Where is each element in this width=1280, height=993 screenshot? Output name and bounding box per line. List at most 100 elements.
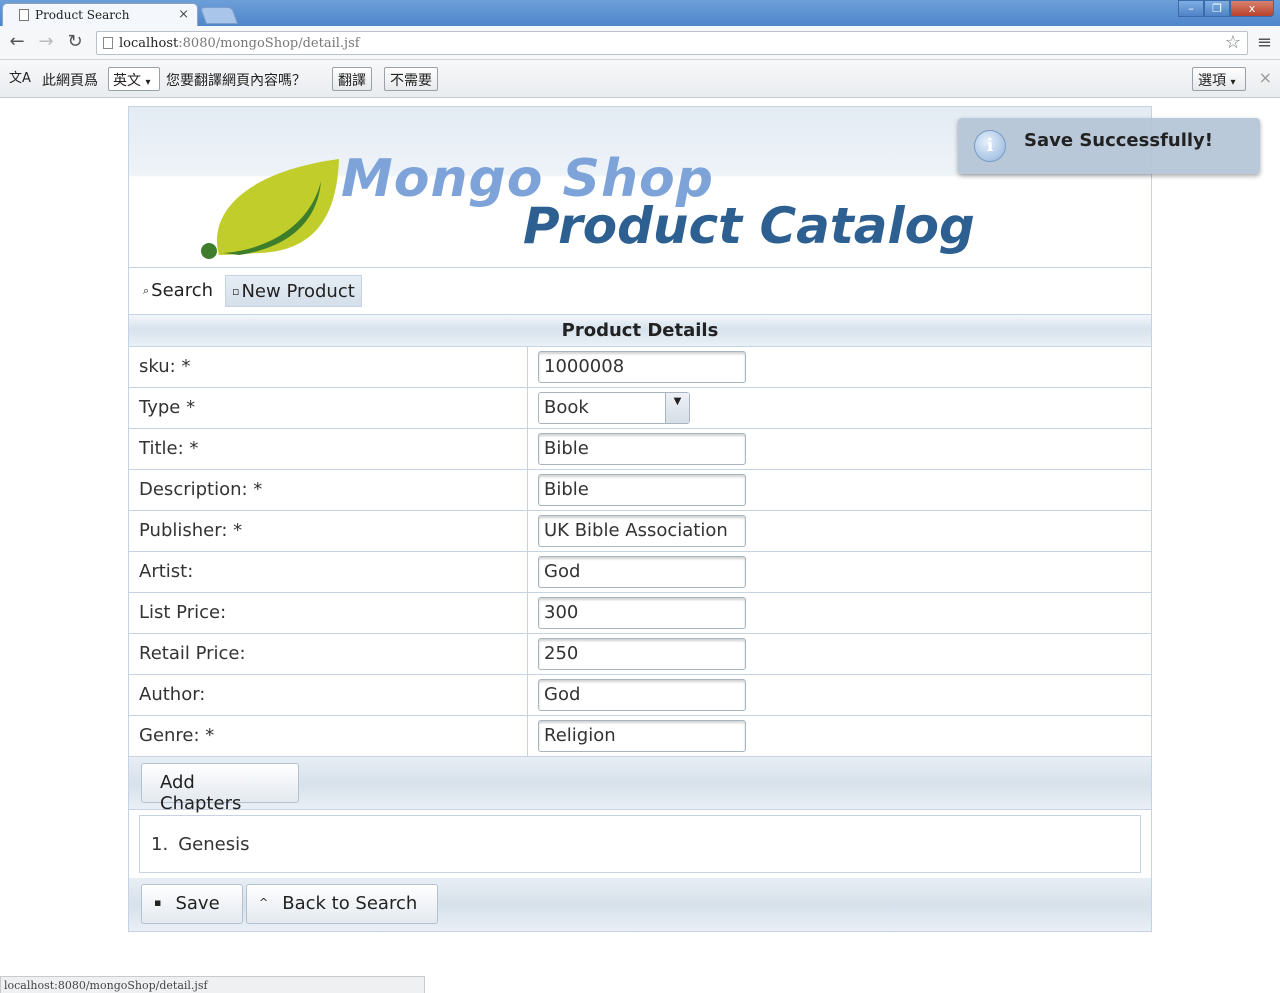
search-icon: ⌕ xyxy=(143,284,150,297)
field-label: Author: xyxy=(139,684,206,705)
column-divider xyxy=(527,388,528,428)
field-label: Description: * xyxy=(139,479,263,500)
field-label: Type * xyxy=(139,397,196,418)
info-icon: i xyxy=(974,130,1006,162)
page-icon xyxy=(103,37,113,49)
field-label: Genre: * xyxy=(139,725,215,746)
leaf-logo-icon xyxy=(201,159,339,259)
type-select[interactable]: Book ▼ xyxy=(538,392,690,424)
new-tab-button[interactable] xyxy=(199,7,239,24)
menu-search-label: Search xyxy=(151,280,214,301)
language-value: 英文 xyxy=(113,73,141,89)
field-label: Publisher: * xyxy=(139,520,243,541)
translate-close-icon[interactable]: × xyxy=(1259,68,1272,87)
form-row-type: Type * Book ▼ xyxy=(129,388,1151,429)
title-input[interactable]: Bible xyxy=(538,433,746,465)
no-translate-button[interactable]: 不需要 xyxy=(384,67,438,91)
tab-title: Product Search xyxy=(35,8,130,22)
save-icon: ▪ xyxy=(154,896,162,909)
browser-tab[interactable]: Product Search × xyxy=(2,3,198,26)
url-text[interactable]: localhost:8080/mongoShop/detail.jsf xyxy=(119,36,360,51)
column-divider xyxy=(527,470,528,510)
reload-icon[interactable]: ↻ xyxy=(63,31,87,55)
translate-text-2: 您要翻譯網頁內容嗎？ xyxy=(166,73,306,89)
page-favicon-icon xyxy=(19,9,29,21)
field-label: Retail Price: xyxy=(139,643,246,664)
caret-up-icon: ^ xyxy=(259,896,269,909)
address-bar[interactable]: localhost:8080/mongoShop/detail.jsf ☆ xyxy=(96,31,1248,55)
chevron-down-icon: ▾ xyxy=(1230,77,1236,88)
window-controls: – ❐ x xyxy=(1178,0,1274,17)
logo-product-catalog: Product Catalog xyxy=(523,197,975,255)
browser-menu-icon[interactable]: ≡ xyxy=(1257,32,1272,53)
form-row-author: Author: God xyxy=(129,675,1151,716)
column-divider xyxy=(527,634,528,674)
chapter-title: Genesis xyxy=(178,834,250,855)
chapters-toolbar: Add Chapters xyxy=(129,757,1151,814)
form-row-list-price: List Price: 300 xyxy=(129,593,1151,634)
menu-item-new-product[interactable]: ▫ New Product xyxy=(225,275,362,307)
tab-close-icon[interactable]: × xyxy=(178,7,189,22)
column-divider xyxy=(527,552,528,592)
minimize-button[interactable]: – xyxy=(1178,0,1204,17)
translate-text-1: 此網頁爲 xyxy=(42,73,98,89)
sku-input[interactable]: 1000008 xyxy=(538,351,746,383)
type-value: Book xyxy=(544,397,589,418)
close-window-button[interactable]: x xyxy=(1230,0,1274,17)
translate-icon: 文A xyxy=(9,71,31,86)
field-label: Artist: xyxy=(139,561,194,582)
options-button[interactable]: 選項 ▾ xyxy=(1192,67,1246,91)
options-label: 選項 xyxy=(1198,73,1226,89)
back-label: Back to Search xyxy=(282,893,418,914)
status-bar: localhost:8080/mongoShop/detail.jsf xyxy=(0,976,425,993)
translate-bar: 文A 此網頁爲 英文 ▾ 您要翻譯網頁內容嗎？ 翻譯 不需要 選項 ▾ × xyxy=(0,60,1280,98)
column-divider xyxy=(527,716,528,756)
chevron-down-icon: ▾ xyxy=(145,77,151,88)
column-divider xyxy=(527,675,528,715)
description-input[interactable]: Bible xyxy=(538,474,746,506)
menubar: ⌕ Search ▫ New Product xyxy=(129,269,1151,315)
list-item[interactable]: 1. Genesis xyxy=(151,834,249,855)
column-divider xyxy=(527,347,528,387)
growl-message: Save Successfully! xyxy=(1024,130,1213,151)
retail-price-input[interactable]: 250 xyxy=(538,638,746,670)
save-button[interactable]: ▪ Save xyxy=(141,884,243,924)
publisher-input[interactable]: UK Bible Association xyxy=(538,515,746,547)
save-label: Save xyxy=(175,893,220,914)
window-titlebar: Product Search × – ❐ x xyxy=(0,0,1280,26)
field-label: List Price: xyxy=(139,602,227,623)
app-panel: Mongo Shop Product Catalog ⌕ Search ▫ New … xyxy=(128,106,1152,932)
url-host: localhost xyxy=(119,36,179,51)
browser-toolbar: ← → ↻ localhost:8080/mongoShop/detail.js… xyxy=(0,26,1280,60)
list-price-input[interactable]: 300 xyxy=(538,597,746,629)
back-to-search-button[interactable]: ^ Back to Search xyxy=(246,884,438,924)
column-divider xyxy=(527,593,528,633)
artist-input[interactable]: God xyxy=(538,556,746,588)
forward-icon[interactable]: → xyxy=(34,31,58,55)
document-icon: ▫ xyxy=(232,285,240,298)
form-actions: ▪ Save ^ Back to Search xyxy=(129,878,1151,931)
restore-button[interactable]: ❐ xyxy=(1204,0,1230,17)
add-chapters-button[interactable]: Add Chapters xyxy=(141,763,299,814)
form-row-retail-price: Retail Price: 250 xyxy=(129,634,1151,675)
genre-input[interactable]: Religion xyxy=(538,720,746,752)
chevron-down-icon[interactable]: ▼ xyxy=(665,393,689,423)
bookmark-star-icon[interactable]: ☆ xyxy=(1225,32,1241,53)
menu-item-search[interactable]: ⌕ Search xyxy=(137,275,219,307)
form-row-description: Description: * Bible xyxy=(129,470,1151,511)
growl-notification[interactable]: i Save Successfully! xyxy=(958,118,1260,174)
column-divider xyxy=(527,429,528,469)
form-row-sku: sku: * 1000008 xyxy=(129,347,1151,388)
form-row-publisher: Publisher: * UK Bible Association xyxy=(129,511,1151,552)
back-icon[interactable]: ← xyxy=(5,31,29,55)
field-label: Title: * xyxy=(139,438,199,459)
menu-new-product-label: New Product xyxy=(241,281,355,302)
chapter-list: 1. Genesis xyxy=(139,815,1141,873)
author-input[interactable]: God xyxy=(538,679,746,711)
form-row-artist: Artist: God xyxy=(129,552,1151,593)
url-path: :8080/mongoShop/detail.jsf xyxy=(178,36,360,51)
column-divider xyxy=(527,511,528,551)
translate-button[interactable]: 翻譯 xyxy=(332,67,372,91)
language-select[interactable]: 英文 ▾ xyxy=(108,67,160,91)
form-row-genre: Genre: * Religion xyxy=(129,716,1151,757)
